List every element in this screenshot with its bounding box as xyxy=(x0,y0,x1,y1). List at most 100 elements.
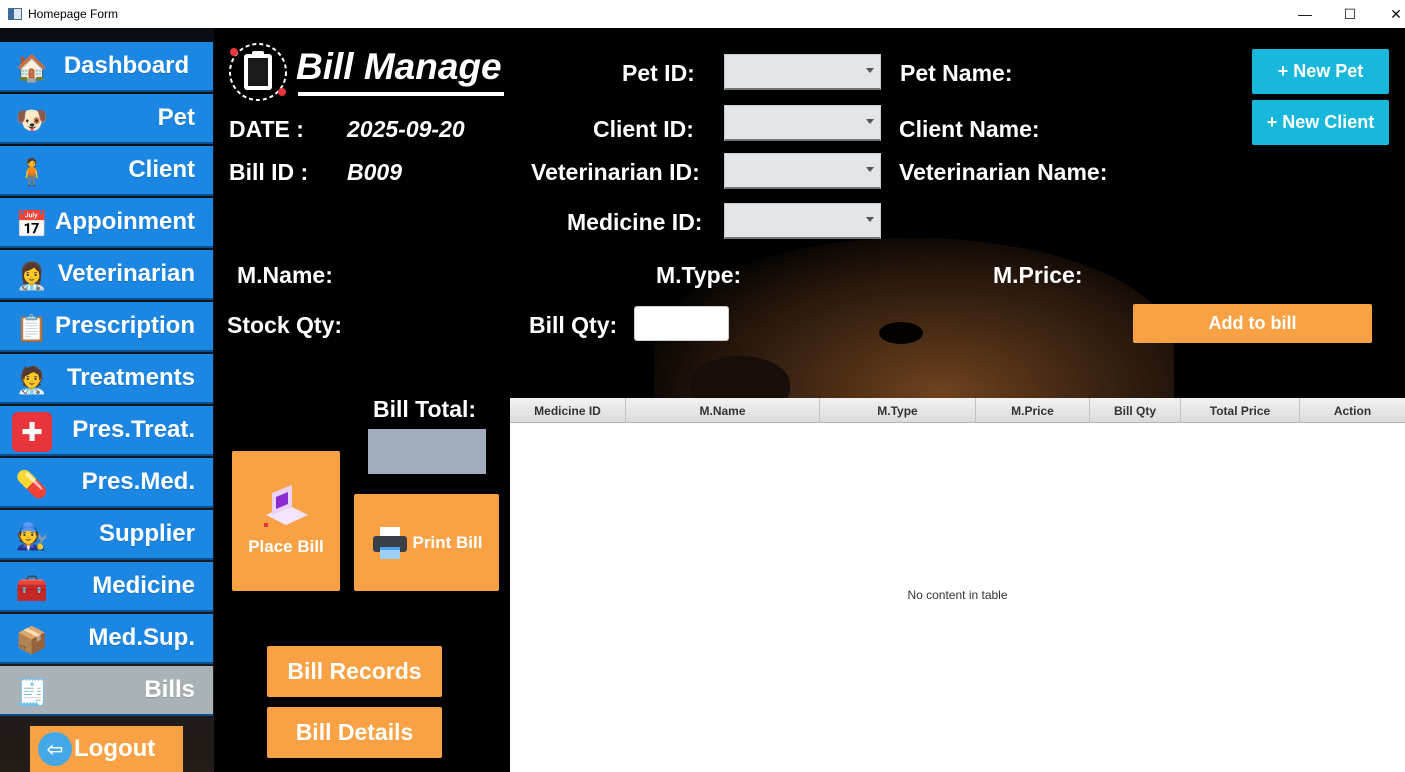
sidebar-item-appoinment[interactable]: 📅 Appoinment xyxy=(0,198,213,248)
veterinarian-name-label: Veterinarian Name: xyxy=(899,159,1108,185)
app-icon xyxy=(8,8,22,20)
bill-id-value: B009 xyxy=(347,159,402,185)
sidebar-item-prescription[interactable]: 📋 Prescription xyxy=(0,302,213,352)
logout-label: Logout xyxy=(74,735,156,762)
chevron-down-icon xyxy=(866,217,874,222)
column-header-total-price[interactable]: Total Price xyxy=(1181,398,1300,423)
date-value: 2025-09-20 xyxy=(347,116,465,142)
medicine-id-select[interactable] xyxy=(724,203,881,239)
calendar-icon: 📅 xyxy=(15,208,49,239)
chevron-down-icon xyxy=(866,119,874,124)
chevron-down-icon xyxy=(866,167,874,172)
window-title: Homepage Form xyxy=(28,7,119,21)
medicine-type-label: M.Type: xyxy=(656,262,742,288)
pet-id-label: Pet ID: xyxy=(622,60,695,86)
new-pet-button[interactable]: + New Pet xyxy=(1252,49,1389,94)
sidebar-item-label: Dashboard xyxy=(63,52,190,79)
client-name-label: Client Name: xyxy=(899,116,1040,142)
sidebar-item-label: Prescription xyxy=(54,312,195,339)
pet-name-label: Pet Name: xyxy=(900,60,1013,86)
sidebar-item-label: Pres.Med. xyxy=(81,468,195,495)
treatment-icon: 🧑‍⚕️ xyxy=(15,364,49,395)
veterinarian-id-label: Veterinarian ID: xyxy=(531,159,700,185)
sidebar-item-label: Treatments xyxy=(66,364,195,391)
bill-id-label: Bill ID : xyxy=(229,159,309,185)
receipt-printer-icon: 🧾 xyxy=(15,676,49,707)
date-label: DATE : xyxy=(229,116,304,142)
sidebar-item-label: Appoinment xyxy=(55,208,195,235)
column-header-bill-qty[interactable]: Bill Qty xyxy=(1090,398,1181,423)
medicine-box-icon: 🧰 xyxy=(15,572,49,603)
medical-cross-icon: ✚ xyxy=(12,412,52,452)
minimize-button[interactable]: — xyxy=(1282,0,1328,28)
sidebar-item-label: Pet xyxy=(157,104,195,131)
cardboard-box-icon: 📦 xyxy=(15,624,49,655)
delivery-person-icon: 🧑‍🔧 xyxy=(15,520,49,551)
clipboard-icon: 📋 xyxy=(15,312,49,343)
client-walking-dog-icon: 🧍 xyxy=(15,156,49,187)
bill-records-button[interactable]: Bill Records xyxy=(267,646,442,697)
veterinarian-id-select[interactable] xyxy=(724,153,881,189)
column-header-m-price[interactable]: M.Price xyxy=(976,398,1090,423)
bill-qty-input[interactable] xyxy=(634,306,729,341)
sidebar-item-veterinarian[interactable]: 👩‍⚕️ Veterinarian xyxy=(0,250,213,300)
bill-details-button[interactable]: Bill Details xyxy=(267,707,442,758)
sidebar-item-bills[interactable]: 🧾 Bills xyxy=(0,666,213,716)
medicine-price-label: M.Price: xyxy=(993,262,1083,288)
sidebar-item-label: Pres.Treat. xyxy=(72,416,195,443)
sidebar-item-label: Bills xyxy=(144,676,195,703)
place-bill-button[interactable]: Place Bill xyxy=(232,451,340,591)
place-bill-label: Place Bill xyxy=(248,537,324,556)
pill-bottle-icon: 💊 xyxy=(15,468,49,499)
sidebar-item-pet[interactable]: 🐶 Pet xyxy=(0,94,213,144)
bill-manage-panel: Bill Manage DATE : 2025-09-20 Bill ID : … xyxy=(214,28,1405,772)
bill-qty-label: Bill Qty: xyxy=(529,312,618,338)
pet-id-select[interactable] xyxy=(724,54,881,90)
laptop-icon xyxy=(264,485,308,527)
bill-total-label: Bill Total: xyxy=(373,396,477,422)
table-header: Medicine ID M.Name M.Type M.Price Bill Q… xyxy=(510,398,1405,423)
sidebar-item-label: Veterinarian xyxy=(57,260,195,287)
print-bill-label: Print Bill xyxy=(412,532,483,552)
page-title: Bill Manage xyxy=(296,46,502,87)
sidebar-item-dashboard[interactable]: 🏠 Dashboard xyxy=(0,42,213,92)
veterinarian-icon: 👩‍⚕️ xyxy=(15,260,49,291)
printer-icon xyxy=(372,526,407,559)
logout-arrow-icon: ⇦ xyxy=(38,732,72,766)
title-underline xyxy=(298,92,504,96)
maximize-button[interactable]: ☐ xyxy=(1327,0,1373,28)
pet-icon: 🐶 xyxy=(15,104,49,135)
sidebar-item-med-sup[interactable]: 📦 Med.Sup. xyxy=(0,614,213,664)
client-id-select[interactable] xyxy=(724,105,881,141)
sidebar-item-client[interactable]: 🧍 Client xyxy=(0,146,213,196)
sidebar-item-label: Med.Sup. xyxy=(88,624,195,651)
client-id-label: Client ID: xyxy=(593,116,694,142)
column-header-action[interactable]: Action xyxy=(1300,398,1405,423)
table-empty-message: No content in table xyxy=(907,588,1008,602)
logout-button[interactable]: ⇦ Logout xyxy=(30,726,183,772)
print-bill-button[interactable]: Print Bill xyxy=(354,494,499,591)
column-header-m-type[interactable]: M.Type xyxy=(820,398,976,423)
medicine-name-label: M.Name: xyxy=(237,262,333,288)
bill-items-table[interactable]: Medicine ID M.Name M.Type M.Price Bill Q… xyxy=(510,398,1405,772)
sidebar-item-medicine[interactable]: 🧰 Medicine xyxy=(0,562,213,612)
column-header-m-name[interactable]: M.Name xyxy=(626,398,820,423)
sidebar-item-label: Client xyxy=(128,156,195,183)
add-to-bill-button[interactable]: Add to bill xyxy=(1133,304,1372,343)
stock-qty-label: Stock Qty: xyxy=(227,312,343,338)
column-header-medicine-id[interactable]: Medicine ID xyxy=(510,398,626,423)
new-client-button[interactable]: + New Client xyxy=(1252,100,1389,145)
dog-eye xyxy=(879,322,923,344)
sidebar: 🏠 Dashboard 🐶 Pet 🧍 Client 📅 Appoinment … xyxy=(0,28,214,772)
sidebar-item-label: Supplier xyxy=(98,520,195,547)
sidebar-item-treatments[interactable]: 🧑‍⚕️ Treatments xyxy=(0,354,213,404)
bill-clipboard-icon xyxy=(229,43,287,101)
sidebar-item-pres-med[interactable]: 💊 Pres.Med. xyxy=(0,458,213,508)
sidebar-item-pres-treat[interactable]: ✚ Pres.Treat. xyxy=(0,406,213,456)
chevron-down-icon xyxy=(866,68,874,73)
bill-total-display xyxy=(368,429,486,474)
sidebar-item-label: Medicine xyxy=(92,572,195,599)
sidebar-item-supplier[interactable]: 🧑‍🔧 Supplier xyxy=(0,510,213,560)
window-titlebar: Homepage Form — ☐ ✕ xyxy=(0,0,1405,28)
close-button[interactable]: ✕ xyxy=(1373,0,1405,28)
